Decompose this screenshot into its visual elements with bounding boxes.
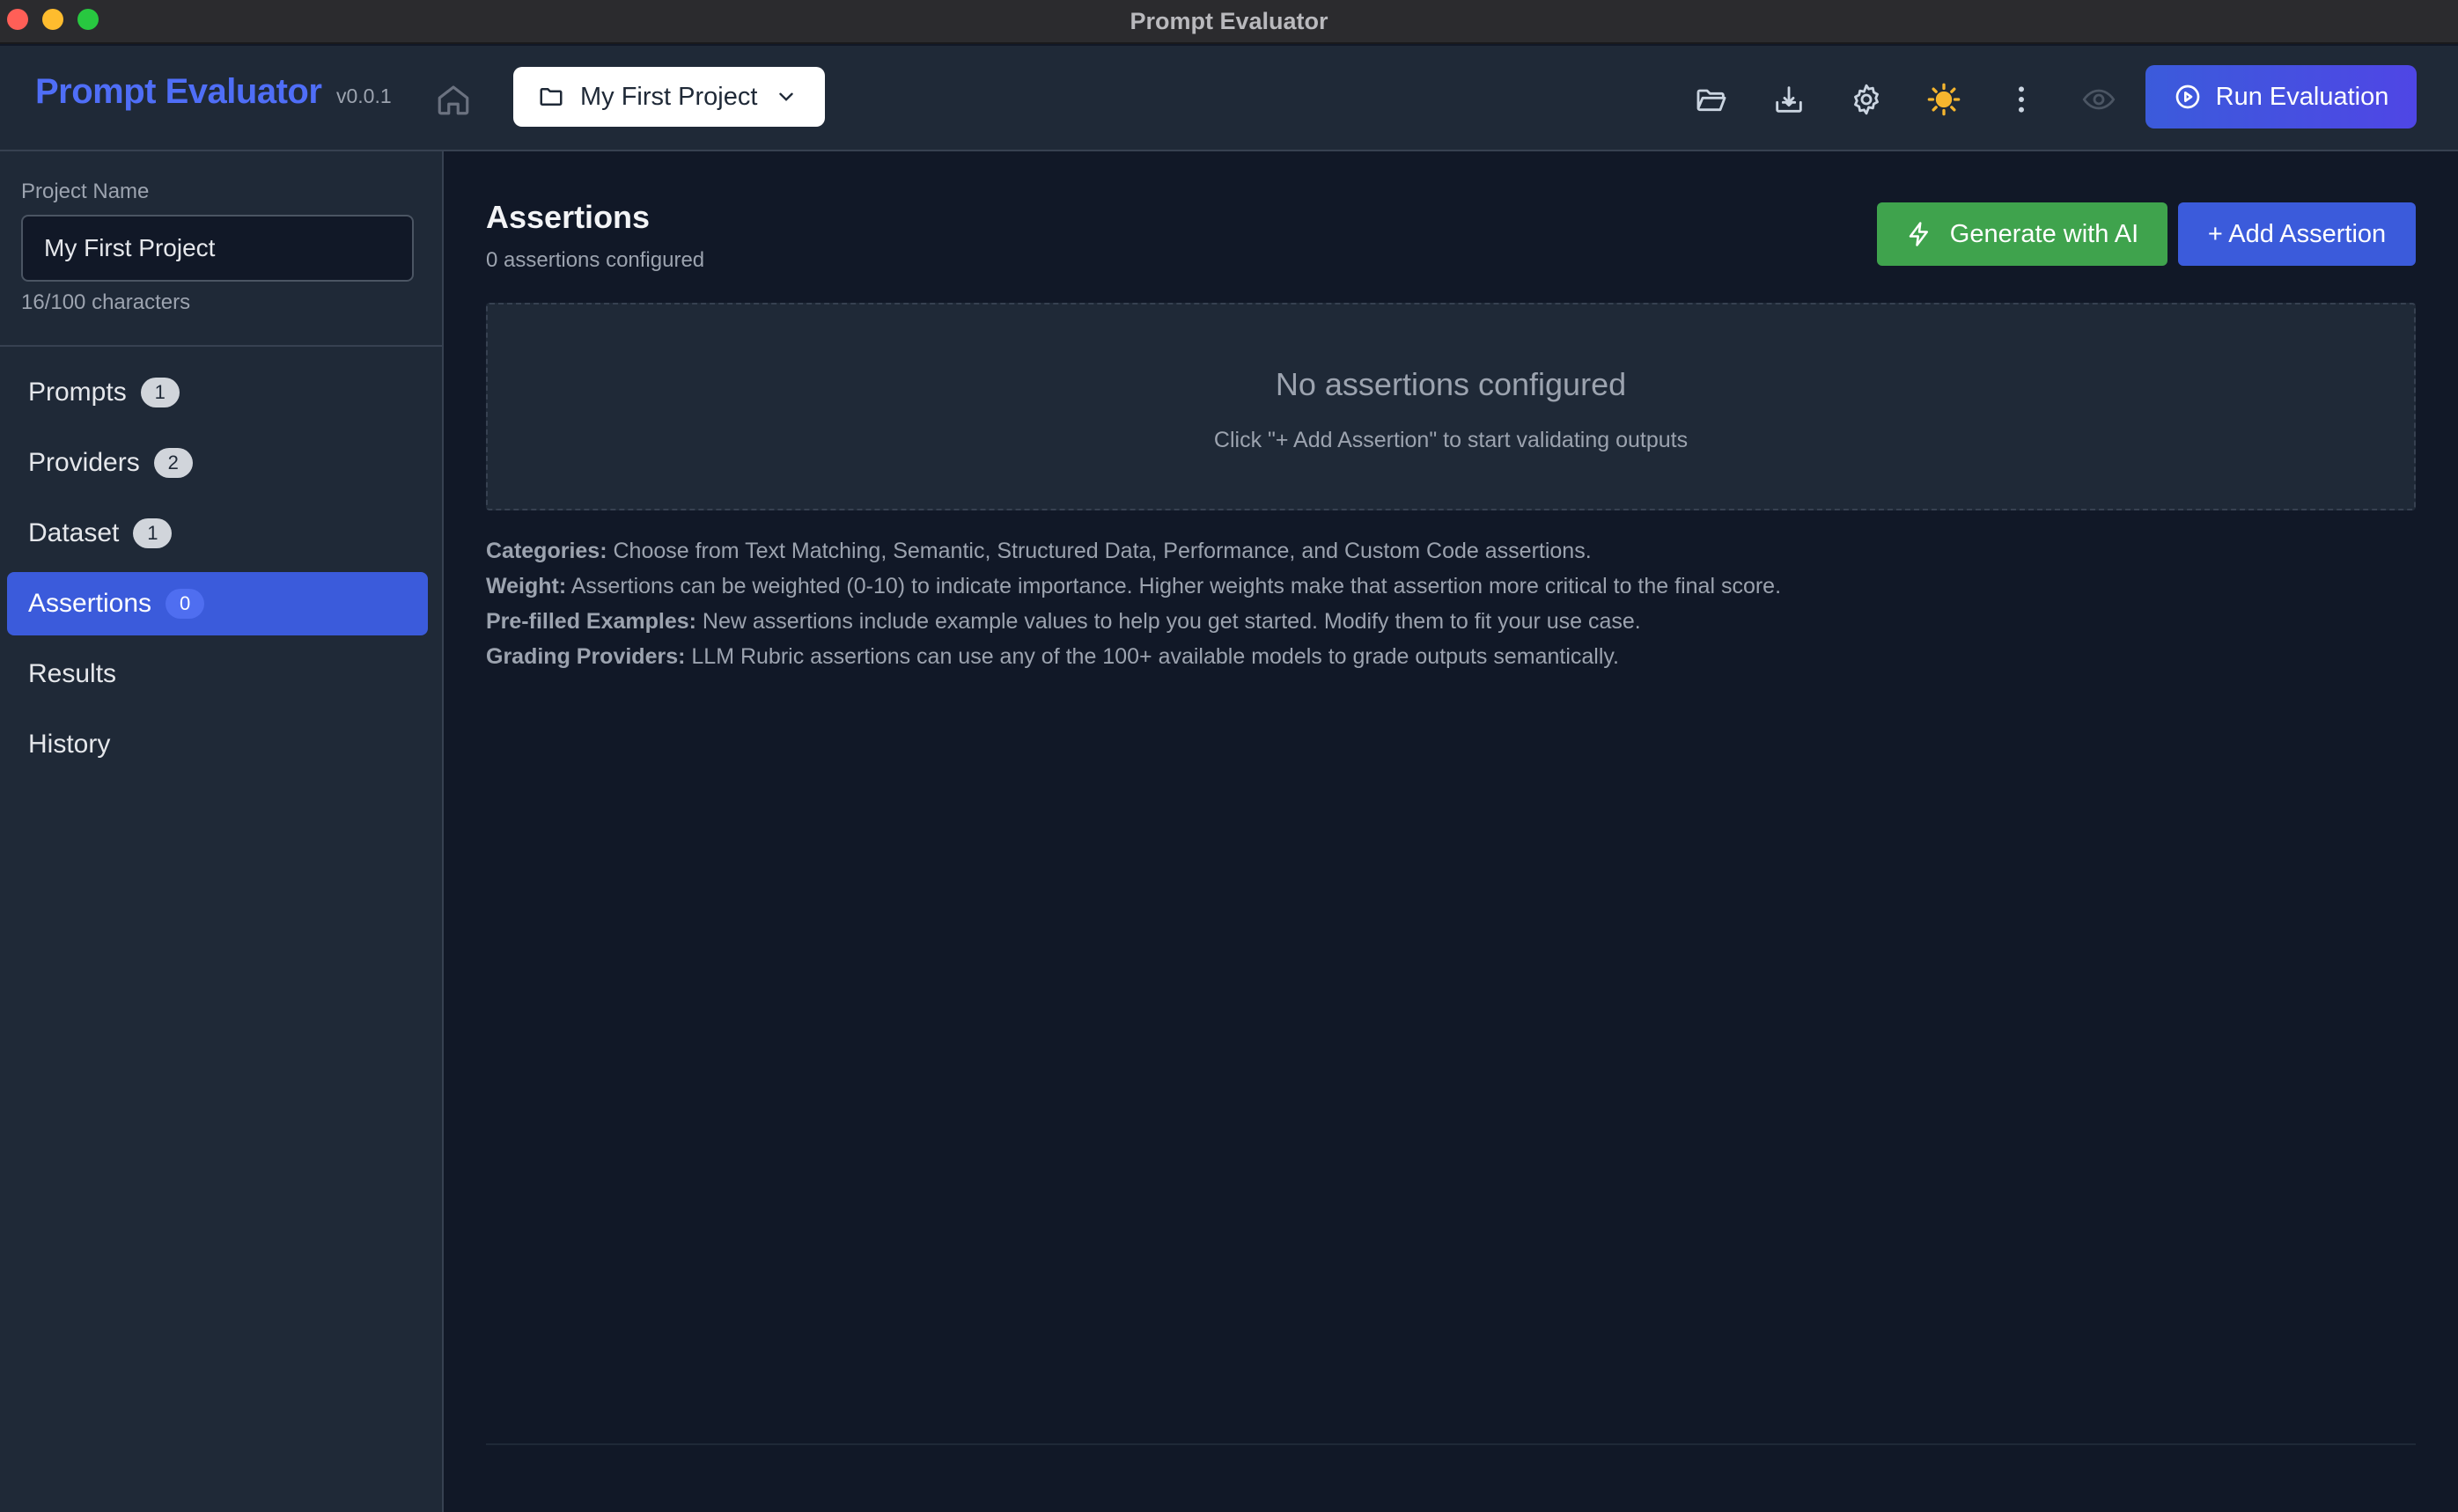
sidebar-item-badge: 0 bbox=[166, 589, 205, 619]
lightning-icon bbox=[1909, 222, 1928, 246]
help-label: Weight: bbox=[486, 574, 567, 598]
app-header: Prompt Evaluator v0.0.1 My First Project… bbox=[0, 46, 2458, 151]
main-content: Assertions 0 assertions configured Gener… bbox=[444, 151, 2458, 1512]
section-title: Assertions bbox=[486, 199, 651, 235]
sidebar-item-badge: 1 bbox=[133, 518, 173, 548]
sidebar-divider bbox=[0, 345, 442, 347]
help-label: Pre-filled Examples: bbox=[486, 609, 696, 634]
gear-icon[interactable] bbox=[1846, 79, 1887, 120]
generate-with-ai-label: Generate with AI bbox=[1949, 219, 2139, 248]
eye-icon[interactable] bbox=[2079, 79, 2119, 120]
sidebar-item-assertions[interactable]: Assertions 0 bbox=[7, 572, 428, 635]
sidebar-item-label: Dataset bbox=[28, 518, 120, 547]
run-evaluation-label: Run Evaluation bbox=[2215, 82, 2389, 111]
sidebar-item-label: Results bbox=[28, 659, 117, 688]
sidebar: Project Name 16/100 characters Prompts 1… bbox=[0, 151, 444, 1512]
sidebar-item-label: History bbox=[28, 730, 111, 759]
run-evaluation-button[interactable]: Run Evaluation bbox=[2145, 65, 2417, 128]
open-folder-icon[interactable] bbox=[1691, 79, 1732, 120]
project-selector-label: My First Project bbox=[580, 82, 758, 111]
project-name-char-count: 16/100 characters bbox=[21, 290, 191, 314]
help-label: Categories: bbox=[486, 539, 607, 563]
footer-divider bbox=[486, 1443, 2416, 1445]
sidebar-item-label: Prompts bbox=[28, 378, 127, 407]
section-subtitle: 0 assertions configured bbox=[486, 248, 705, 272]
project-name-label: Project Name bbox=[21, 180, 150, 203]
window-maximize-button[interactable] bbox=[77, 9, 99, 30]
home-icon[interactable] bbox=[435, 81, 472, 118]
sidebar-item-results[interactable]: Results bbox=[7, 642, 428, 706]
help-line-categories: Categories: Choose from Text Matching, S… bbox=[486, 539, 1592, 564]
window-minimize-button[interactable] bbox=[42, 9, 63, 30]
sidebar-item-badge: 2 bbox=[153, 448, 193, 478]
window-title: Prompt Evaluator bbox=[1130, 7, 1328, 34]
help-line-weight: Weight: Assertions can be weighted (0-10… bbox=[486, 574, 1781, 599]
help-line-grading-providers: Grading Providers: LLM Rubric assertions… bbox=[486, 644, 1619, 670]
empty-state-title: No assertions configured bbox=[1275, 366, 1627, 402]
sidebar-item-providers[interactable]: Providers 2 bbox=[7, 431, 428, 495]
sidebar-item-history[interactable]: History bbox=[7, 713, 428, 776]
help-text: Choose from Text Matching, Semantic, Str… bbox=[607, 539, 1592, 563]
sidebar-item-label: Providers bbox=[28, 448, 140, 477]
help-label: Grading Providers: bbox=[486, 644, 686, 669]
folder-icon bbox=[540, 88, 563, 106]
app-version: v0.0.1 bbox=[336, 84, 392, 107]
generate-with-ai-button[interactable]: Generate with AI bbox=[1877, 202, 2167, 266]
chevron-down-icon bbox=[779, 92, 794, 101]
sidebar-item-badge: 1 bbox=[140, 378, 180, 407]
empty-state-panel: No assertions configured Click "+ Add As… bbox=[486, 303, 2416, 510]
sidebar-item-dataset[interactable]: Dataset 1 bbox=[7, 502, 428, 565]
sidebar-item-label: Assertions bbox=[28, 589, 152, 618]
help-text: Assertions can be weighted (0-10) to ind… bbox=[566, 574, 1782, 598]
sun-theme-icon[interactable] bbox=[1924, 79, 1964, 120]
sidebar-item-prompts[interactable]: Prompts 1 bbox=[7, 361, 428, 424]
empty-state-subtitle: Click "+ Add Assertion" to start validat… bbox=[1213, 428, 1689, 452]
project-selector[interactable]: My First Project bbox=[513, 67, 825, 127]
help-text: LLM Rubric assertions can use any of the… bbox=[685, 644, 1619, 669]
window-titlebar: Prompt Evaluator bbox=[0, 0, 2458, 44]
download-icon[interactable] bbox=[1769, 79, 1809, 120]
more-vertical-icon[interactable] bbox=[2001, 79, 2042, 120]
help-line-prefilled-examples: Pre-filled Examples: New assertions incl… bbox=[486, 609, 1641, 635]
add-assertion-button[interactable]: + Add Assertion bbox=[2178, 202, 2416, 266]
project-name-input[interactable] bbox=[21, 215, 414, 282]
window-close-button[interactable] bbox=[7, 9, 28, 30]
play-circle-icon bbox=[2175, 84, 2199, 109]
app-brand: Prompt Evaluator bbox=[35, 72, 322, 111]
help-text: New assertions include example values to… bbox=[695, 609, 1641, 634]
